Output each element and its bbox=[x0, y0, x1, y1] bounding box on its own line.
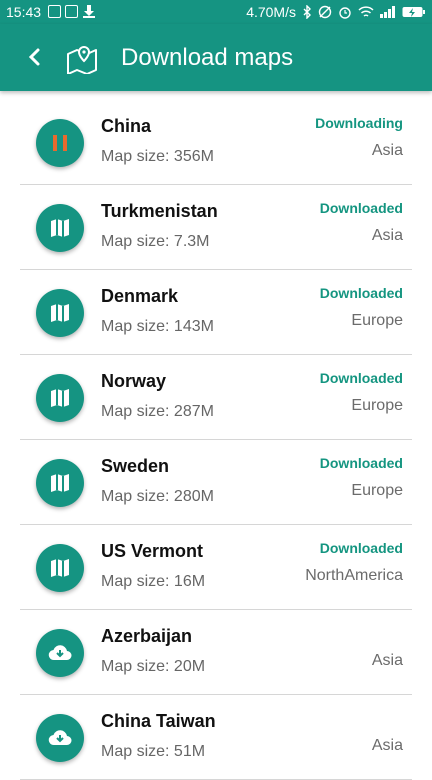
item-avatar[interactable] bbox=[36, 714, 84, 762]
signal-icon bbox=[380, 6, 395, 18]
alarm-icon bbox=[339, 7, 351, 19]
country-name: China bbox=[101, 116, 152, 136]
map-size: Map size: 356M bbox=[101, 148, 214, 165]
list-item[interactable]: China Map size: 356M Downloading Asia bbox=[20, 100, 412, 185]
app-notification-icon bbox=[65, 4, 78, 18]
status-time: 15:43 bbox=[6, 4, 42, 20]
map-icon bbox=[51, 559, 69, 577]
list-item[interactable]: China Taiwan Map size: 51M Asia bbox=[20, 695, 412, 780]
app-notification-icon bbox=[48, 4, 61, 18]
country-name: US Vermont bbox=[101, 541, 204, 561]
map-size: Map size: 280M bbox=[101, 488, 214, 505]
item-avatar[interactable] bbox=[36, 119, 84, 167]
region-label: Asia bbox=[371, 142, 403, 159]
back-arrow-icon[interactable] bbox=[22, 42, 48, 72]
download-status: Downloaded bbox=[319, 285, 403, 301]
region-label: Europe bbox=[351, 397, 403, 414]
country-name: China Taiwan bbox=[101, 711, 216, 731]
download-status: Downloaded bbox=[319, 455, 403, 471]
map-size: Map size: 143M bbox=[101, 318, 214, 335]
item-avatar[interactable] bbox=[36, 374, 84, 422]
list-item[interactable]: Turkmenistan Map size: 7.3M Downloaded A… bbox=[20, 185, 412, 270]
region-label: Europe bbox=[351, 312, 403, 329]
pause-icon bbox=[53, 135, 67, 151]
map-size: Map size: 7.3M bbox=[101, 233, 210, 250]
region-label: Asia bbox=[371, 652, 403, 669]
map-pin-icon bbox=[67, 45, 97, 74]
list-item[interactable]: US Vermont Map size: 16M Downloaded Nort… bbox=[20, 525, 412, 610]
page-title: Download maps bbox=[121, 44, 294, 71]
cloud-download-icon bbox=[48, 645, 72, 661]
list-item[interactable]: Sweden Map size: 280M Downloaded Europe bbox=[20, 440, 412, 525]
list-item[interactable]: Denmark Map size: 143M Downloaded Europe bbox=[20, 270, 412, 355]
silent-icon bbox=[318, 5, 332, 19]
item-avatar[interactable] bbox=[36, 544, 84, 592]
notification-icons bbox=[48, 4, 96, 18]
cloud-download-icon bbox=[48, 730, 72, 746]
map-size: Map size: 51M bbox=[101, 743, 206, 760]
map-icon bbox=[51, 474, 69, 492]
country-name: Sweden bbox=[101, 456, 170, 476]
download-status: Downloaded bbox=[319, 370, 403, 386]
item-avatar[interactable] bbox=[36, 204, 84, 252]
country-name: Azerbaijan bbox=[101, 626, 193, 646]
map-size: Map size: 20M bbox=[101, 658, 206, 675]
country-name: Denmark bbox=[101, 286, 179, 306]
list-item[interactable]: Norway Map size: 287M Downloaded Europe bbox=[20, 355, 412, 440]
region-label: NorthAmerica bbox=[305, 567, 403, 584]
map-size: Map size: 16M bbox=[101, 573, 206, 590]
download-arrow-icon bbox=[83, 5, 95, 18]
map-icon bbox=[51, 389, 69, 407]
network-speed: 4.70M/s bbox=[246, 4, 296, 20]
item-avatar[interactable] bbox=[36, 289, 84, 337]
wifi-icon bbox=[358, 6, 374, 17]
download-status: Downloaded bbox=[319, 200, 403, 216]
region-label: Asia bbox=[371, 737, 403, 754]
map-icon bbox=[51, 304, 69, 322]
download-status: Downloaded bbox=[319, 540, 403, 556]
region-label: Europe bbox=[351, 482, 403, 499]
bluetooth-icon bbox=[303, 5, 311, 19]
download-status: Downloading bbox=[315, 115, 403, 131]
status-bar: 15:43 4.70M/s bbox=[0, 0, 432, 24]
map-size: Map size: 287M bbox=[101, 403, 214, 420]
app-toolbar: Download maps bbox=[0, 24, 432, 91]
battery-charging-icon bbox=[402, 7, 425, 17]
region-label: Asia bbox=[371, 227, 403, 244]
country-name: Norway bbox=[101, 371, 167, 391]
status-right: 4.70M/s bbox=[246, 4, 426, 20]
map-icon bbox=[51, 219, 69, 237]
country-name: Turkmenistan bbox=[101, 201, 218, 221]
item-avatar[interactable] bbox=[36, 629, 84, 677]
list-item[interactable]: Azerbaijan Map size: 20M Asia bbox=[20, 610, 412, 695]
item-avatar[interactable] bbox=[36, 459, 84, 507]
